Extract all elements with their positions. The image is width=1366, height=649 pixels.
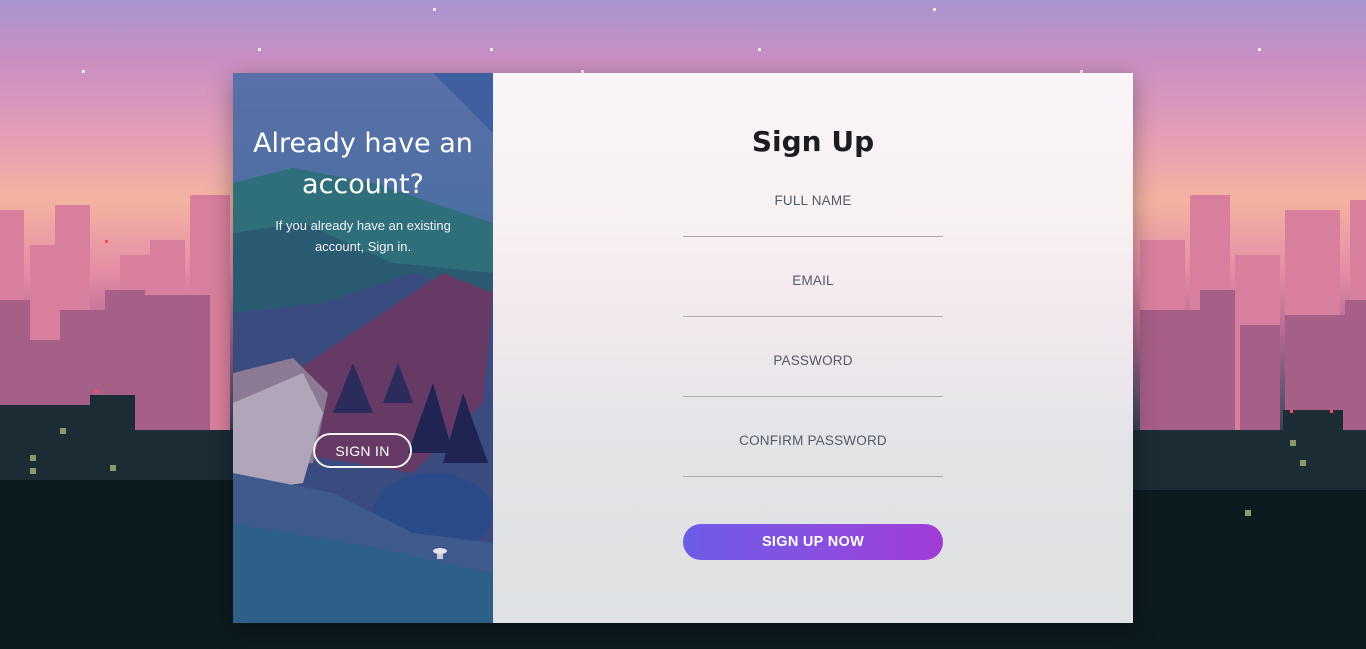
confirm-password-input[interactable] bbox=[683, 453, 943, 477]
sign-up-form: Sign Up FULL NAME EMAIL PASSWORD CONFIRM… bbox=[493, 73, 1133, 623]
auth-card: Already have an account? If you already … bbox=[233, 73, 1133, 623]
full-name-label: FULL NAME bbox=[774, 193, 852, 208]
confirm-password-label: CONFIRM PASSWORD bbox=[739, 433, 887, 448]
sign-up-heading: Sign Up bbox=[751, 125, 875, 158]
password-label: PASSWORD bbox=[773, 353, 853, 368]
email-input[interactable] bbox=[683, 293, 943, 317]
sign-in-panel: Already have an account? If you already … bbox=[233, 73, 493, 623]
email-label: EMAIL bbox=[792, 273, 834, 288]
sign-in-prompt-heading: Already have an account? bbox=[253, 128, 473, 200]
full-name-field: FULL NAME bbox=[683, 193, 943, 237]
password-input[interactable] bbox=[683, 373, 943, 397]
password-field: PASSWORD bbox=[683, 353, 943, 397]
sign-in-button[interactable]: SIGN IN bbox=[313, 433, 412, 468]
email-field: EMAIL bbox=[683, 273, 943, 317]
full-name-input[interactable] bbox=[683, 213, 943, 237]
sign-up-now-button[interactable]: SIGN UP NOW bbox=[683, 524, 943, 560]
confirm-password-field: CONFIRM PASSWORD bbox=[683, 433, 943, 477]
sign-in-prompt-text: If you already have an existing account,… bbox=[275, 218, 451, 254]
